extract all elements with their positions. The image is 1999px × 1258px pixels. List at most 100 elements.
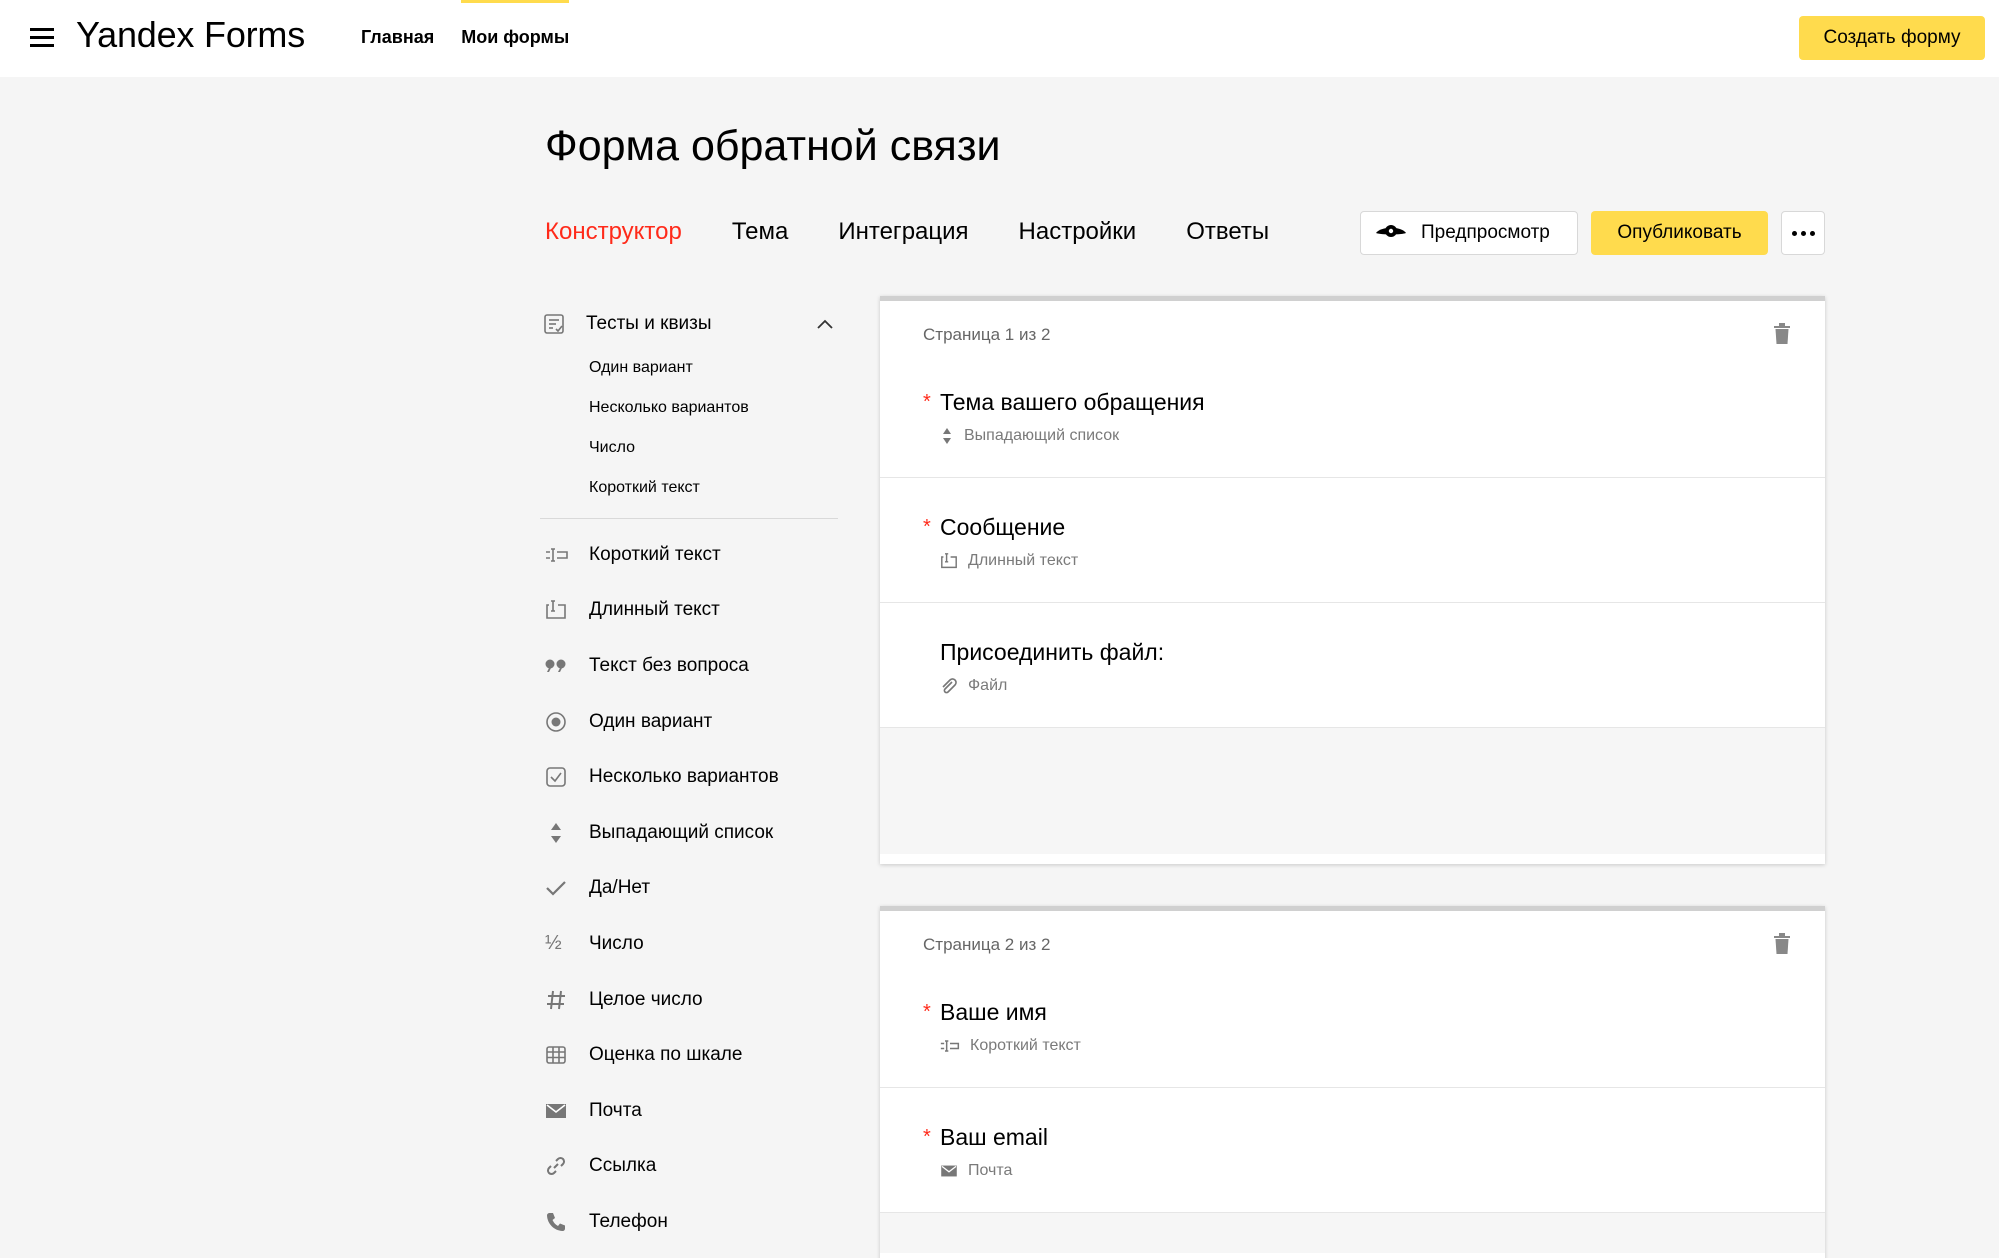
- question-type: Файл: [940, 677, 1007, 695]
- required-marker: *: [923, 516, 931, 538]
- sidebar-item-label: Целое число: [589, 988, 703, 1010]
- dot-icon: [1791, 230, 1797, 236]
- check-icon: [540, 879, 576, 897]
- question-type-label: Файл: [968, 677, 1008, 694]
- question-item[interactable]: * Ваше имя Короткий текст: [880, 963, 1825, 1088]
- quiz-item-number[interactable]: Число: [540, 428, 840, 468]
- sidebar-item-short-text[interactable]: Короткий текст: [540, 527, 840, 583]
- question-type-label: Почта: [968, 1162, 1013, 1179]
- question-item[interactable]: Присоединить файл: Файл: [880, 603, 1825, 728]
- question-type: Короткий текст: [940, 1037, 1081, 1055]
- question-type: Почта: [940, 1162, 1012, 1180]
- trash-icon[interactable]: [1773, 323, 1791, 350]
- sidebar-item-label: Число: [589, 932, 644, 954]
- tab-constructor[interactable]: Конструктор: [545, 218, 682, 246]
- page-header: Страница 1 из 2: [880, 301, 1825, 353]
- dot-icon: [1800, 230, 1806, 236]
- page-card-1: Страница 1 из 2 * Тема вашего обращения …: [880, 296, 1825, 864]
- sidebar-item-label: Да/Нет: [589, 877, 651, 899]
- sidebar-item-phone[interactable]: Телефон: [540, 1194, 840, 1250]
- hash-icon: [540, 989, 576, 1011]
- tab-settings[interactable]: Настройки: [1019, 218, 1137, 246]
- question-types-sidebar: Тесты и квизы Один вариант Несколько вар…: [540, 300, 840, 1250]
- sidebar-item-multiple-choice[interactable]: Несколько вариантов: [540, 749, 840, 805]
- page-label: Страница 2 из 2: [923, 935, 1051, 954]
- sidebar-item-yes-no[interactable]: Да/Нет: [540, 861, 840, 917]
- required-marker: *: [923, 1001, 931, 1023]
- question-title: Тема вашего обращения: [940, 389, 1205, 415]
- question-type: Выпадающий список: [940, 427, 1119, 445]
- link-icon: [540, 1155, 576, 1177]
- eye-icon: [1376, 225, 1406, 237]
- question-title: Присоединить файл:: [940, 639, 1165, 665]
- page-title: Форма обратной связи: [545, 122, 1001, 170]
- sidebar-item-link[interactable]: Ссылка: [540, 1139, 840, 1195]
- sidebar-item-text-no-question[interactable]: Текст без вопроса: [540, 638, 840, 694]
- create-form-button[interactable]: Создать форму: [1799, 16, 1985, 60]
- required-marker: *: [923, 1126, 931, 1148]
- quiz-icon: [540, 313, 576, 335]
- question-item[interactable]: * Тема вашего обращения Выпадающий списо…: [880, 353, 1825, 478]
- sidebar-item-label: Один вариант: [589, 710, 713, 732]
- divider: [540, 518, 838, 519]
- question-title: Ваше имя: [940, 999, 1047, 1025]
- short-text-icon: [940, 1040, 960, 1052]
- nav-home[interactable]: Главная: [361, 27, 434, 48]
- short-text-icon: [540, 547, 576, 563]
- menu-icon[interactable]: [30, 28, 54, 48]
- sidebar-item-label: Ссылка: [589, 1155, 657, 1177]
- sidebar-item-number[interactable]: ½ Число: [540, 916, 840, 972]
- sidebar-item-long-text[interactable]: Длинный текст: [540, 583, 840, 639]
- sidebar-item-label: Длинный текст: [589, 599, 720, 621]
- quiz-item-single-choice[interactable]: Один вариант: [540, 348, 840, 388]
- app-logo[interactable]: Yandex Forms: [76, 14, 305, 56]
- question-item[interactable]: * Ваш email Почта: [880, 1088, 1825, 1213]
- question-item[interactable]: * Сообщение Длинный текст: [880, 478, 1825, 603]
- publish-button[interactable]: Опубликовать: [1591, 211, 1768, 255]
- question-type-label: Длинный текст: [968, 552, 1079, 569]
- quiz-item-short-text[interactable]: Короткий текст: [540, 468, 840, 508]
- sidebar-item-label: Почта: [589, 1099, 642, 1121]
- quote-icon: [540, 659, 576, 673]
- group-tests-quizzes[interactable]: Тесты и квизы: [540, 300, 840, 348]
- question-title: Сообщение: [940, 514, 1066, 540]
- tab-answers[interactable]: Ответы: [1186, 218, 1269, 246]
- phone-icon: [540, 1211, 576, 1233]
- sidebar-item-label: Выпадающий список: [589, 821, 774, 843]
- question-type: Длинный текст: [940, 552, 1078, 570]
- page-card-2: Страница 2 из 2 * Ваше имя Короткий текс…: [880, 906, 1825, 1258]
- grid-icon: [540, 1045, 576, 1065]
- preview-button[interactable]: Предпросмотр: [1360, 211, 1578, 255]
- long-text-icon: [941, 553, 957, 569]
- sidebar-item-integer[interactable]: Целое число: [540, 972, 840, 1028]
- question-title: Ваш email: [940, 1124, 1048, 1150]
- more-options-button[interactable]: [1781, 211, 1825, 255]
- preview-label: Предпросмотр: [1421, 222, 1550, 243]
- sidebar-item-label: Текст без вопроса: [589, 654, 749, 676]
- sidebar-item-email[interactable]: Почта: [540, 1083, 840, 1139]
- question-type-label: Короткий текст: [970, 1037, 1081, 1054]
- sidebar-item-scale[interactable]: Оценка по шкале: [540, 1027, 840, 1083]
- group-label: Тесты и квизы: [586, 313, 712, 334]
- sidebar-item-single-choice[interactable]: Один вариант: [540, 694, 840, 750]
- paperclip-icon: [942, 678, 957, 694]
- sidebar-item-dropdown[interactable]: Выпадающий список: [540, 805, 840, 861]
- dropdown-icon: [943, 428, 951, 444]
- top-bar: Yandex Forms Главная Мои формы Создать ф…: [0, 0, 1999, 77]
- trash-icon[interactable]: [1773, 933, 1791, 960]
- chevron-up-icon[interactable]: [810, 319, 840, 329]
- nav-my-forms[interactable]: Мои формы: [461, 0, 570, 48]
- radio-icon: [540, 711, 576, 733]
- sidebar-item-label: Короткий текст: [589, 543, 721, 565]
- dropdown-icon: [540, 821, 576, 845]
- fraction-icon: ½: [545, 932, 562, 955]
- page-footer-area[interactable]: [880, 728, 1825, 854]
- sidebar-item-label: Телефон: [589, 1210, 668, 1232]
- tab-integration[interactable]: Интеграция: [838, 218, 968, 246]
- quiz-item-multiple-choice[interactable]: Несколько вариантов: [540, 388, 840, 428]
- long-text-icon: [540, 600, 576, 620]
- mail-icon: [941, 1165, 957, 1177]
- page-footer-area[interactable]: [880, 1213, 1825, 1253]
- tab-theme[interactable]: Тема: [732, 218, 789, 246]
- mail-icon: [540, 1102, 576, 1120]
